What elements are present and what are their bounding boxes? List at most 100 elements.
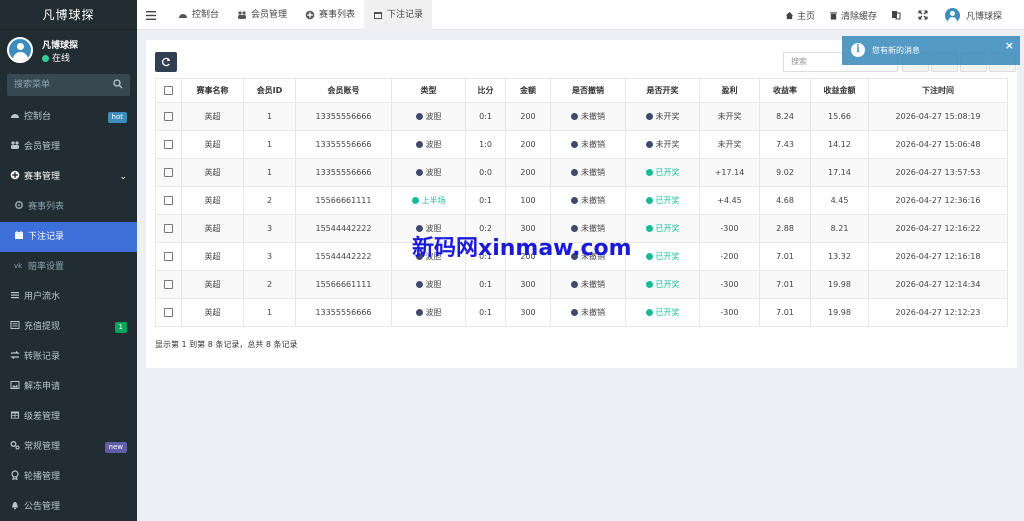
account-cell: 15566661111	[295, 186, 392, 215]
tab-bet-records[interactable]: 下注记录	[364, 0, 433, 30]
row-checkbox[interactable]	[164, 140, 173, 149]
sidebar-item-general-management[interactable]: 常规管理 new	[0, 432, 137, 462]
row-select-cell	[155, 158, 182, 187]
row-checkbox[interactable]	[164, 112, 173, 121]
close-icon[interactable]: ×	[1005, 39, 1014, 52]
chevron-down-icon: ⌄	[119, 172, 127, 182]
sidebar-item-unfreeze-requests[interactable]: 解冻申请	[0, 372, 137, 402]
type-cell: 波胆	[391, 130, 466, 159]
status-dot-icon	[645, 141, 653, 148]
tab-members[interactable]: 会员管理	[228, 0, 296, 30]
amount-cell: 100	[505, 186, 551, 215]
income-cell: 13.32	[810, 242, 869, 271]
row-select-cell	[155, 102, 182, 131]
translate-icon	[891, 11, 901, 20]
translate-button[interactable]	[884, 10, 911, 20]
row-select-cell	[155, 130, 182, 159]
sidebar-item-user-flow[interactable]: 用户流水	[0, 282, 137, 312]
profit-cell: 未开奖	[699, 130, 760, 159]
sidebar-item-match-list[interactable]: 赛事列表	[0, 192, 137, 222]
home-link[interactable]: 主页	[778, 9, 822, 22]
sidebar-item-match-management[interactable]: 赛事管理 ⌄	[0, 162, 137, 192]
profit-cell: +4.45	[699, 186, 760, 215]
row-checkbox[interactable]	[164, 168, 173, 177]
column-header[interactable]: 金额	[505, 78, 551, 103]
income-cell: 14.12	[810, 130, 869, 159]
account-cell: 13355556666	[295, 158, 392, 187]
users-icon	[238, 11, 247, 19]
search-icon[interactable]	[113, 79, 123, 89]
trash-icon	[829, 11, 838, 20]
count-badge: 1	[114, 322, 127, 333]
score-cell: 0:1	[465, 102, 506, 131]
column-header[interactable]: 会员ID	[243, 78, 296, 103]
sidebar-item-carousel-management[interactable]: 轮播管理	[0, 462, 137, 492]
sidebar-search-input[interactable]	[7, 74, 130, 96]
column-header[interactable]: 类型	[391, 78, 466, 103]
sidebar-item-tier-management[interactable]: 级差管理	[0, 402, 137, 432]
status-dot-icon	[645, 253, 653, 260]
rate-cell: 7.43	[759, 130, 811, 159]
table-body: 英超 1 13355556666 波胆 0:1 200 未撤销 未开奖 未开奖 8.24 15.66…	[155, 102, 1008, 327]
row-checkbox[interactable]	[164, 308, 173, 317]
column-header[interactable]: 会员账号	[295, 78, 392, 103]
member-id-cell: 2	[243, 186, 296, 215]
clear-cache-button[interactable]: 清除缓存	[822, 9, 884, 22]
tab-match-list[interactable]: 赛事列表	[296, 0, 364, 30]
type-cell: 波胆	[391, 270, 466, 299]
amount-cell: 200	[505, 102, 551, 131]
navbar-right: 主页 清除缓存 凡博球探	[778, 0, 1024, 30]
sidebar-item-members[interactable]: 会员管理	[0, 132, 137, 162]
amount-cell: 300	[505, 298, 551, 327]
column-header[interactable]: 赛事名称	[181, 78, 244, 103]
content-panel: 搜索 赛事名称 会员ID 会员账号 类型 比分 金额 是否撤销 是否开奖 盈利 …	[146, 40, 1017, 368]
column-header[interactable]: 收益金额	[810, 78, 869, 103]
column-header[interactable]: 下注时间	[868, 78, 1008, 103]
app-logo[interactable]: 凡博球探	[0, 0, 137, 30]
drawn-cell: 已开奖	[625, 298, 700, 327]
user-menu[interactable]: 凡博球探	[938, 7, 1024, 23]
pagination-info: 显示第 1 到第 8 条记录，总共 8 条记录	[155, 340, 298, 349]
notification-toast[interactable]: i 您有新的消息 ×	[842, 36, 1020, 65]
sidebar-item-announcement-management[interactable]: 公告管理	[0, 492, 137, 521]
type-cell: 上半场	[391, 186, 466, 215]
column-header[interactable]: 比分	[465, 78, 506, 103]
column-header[interactable]: 是否撤销	[550, 78, 626, 103]
image-icon	[10, 381, 20, 389]
select-all-cell	[155, 78, 182, 103]
time-cell: 2026-04-27 15:08:19	[868, 102, 1008, 131]
sidebar-item-odds-settings[interactable]: vk 赔率设置	[0, 252, 137, 282]
type-cell: 波胆	[391, 298, 466, 327]
table-header-row: 赛事名称 会员ID 会员账号 类型 比分 金额 是否撤销 是否开奖 盈利 收益率…	[155, 78, 1008, 103]
profit-cell: -300	[699, 214, 760, 243]
sidebar-item-dashboard[interactable]: 控制台 hot	[0, 102, 137, 132]
drawn-cell: 已开奖	[625, 214, 700, 243]
drawn-cell: 未开奖	[625, 130, 700, 159]
row-checkbox[interactable]	[164, 280, 173, 289]
sidebar-item-bet-records[interactable]: 下注记录	[0, 222, 137, 252]
circle-plus-icon	[10, 170, 20, 180]
tab-dashboard[interactable]: 控制台	[169, 0, 228, 30]
row-checkbox[interactable]	[164, 252, 173, 261]
column-header[interactable]: 收益率	[759, 78, 811, 103]
sidebar-item-transfer-records[interactable]: 转账记录	[0, 342, 137, 372]
refresh-button[interactable]	[155, 52, 177, 72]
new-badge: new	[104, 442, 127, 453]
match-cell: 英超	[181, 130, 244, 159]
sidebar-toggle[interactable]	[137, 0, 169, 30]
column-header[interactable]: 是否开奖	[625, 78, 700, 103]
sidebar-item-recharge-withdraw[interactable]: 充值提现 1	[0, 312, 137, 342]
fullscreen-button[interactable]	[911, 10, 938, 20]
status-dot-icon	[645, 197, 653, 204]
sidebar: 凡博球探 凡博球探 在线 控制台 hot 会员管理 赛事管理 ⌄ 赛事列表 下注…	[0, 0, 137, 521]
revoked-cell: 未撤销	[550, 158, 626, 187]
select-all-checkbox[interactable]	[164, 86, 173, 95]
rate-cell: 7.01	[759, 298, 811, 327]
row-select-cell	[155, 186, 182, 215]
account-cell: 15544442222	[295, 214, 392, 243]
column-header[interactable]: 盈利	[699, 78, 760, 103]
row-checkbox[interactable]	[164, 224, 173, 233]
row-checkbox[interactable]	[164, 196, 173, 205]
time-cell: 2026-04-27 12:16:22	[868, 214, 1008, 243]
table-row: 英超 1 13355556666 波胆 1:0 200 未撤销 未开奖 未开奖 7.43 14.12…	[155, 130, 1008, 159]
